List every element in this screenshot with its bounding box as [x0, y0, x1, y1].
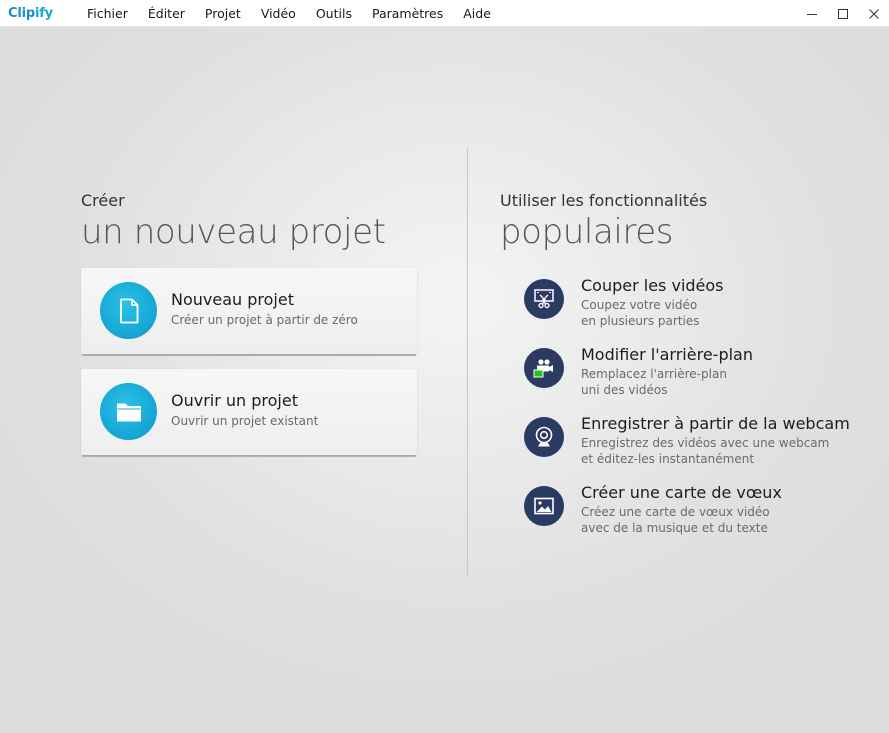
chroma-key-icon [533, 359, 553, 378]
menu-aide[interactable]: Aide [453, 6, 501, 21]
column-divider [467, 148, 468, 576]
open-project-subtitle: Ouvrir un projet existant [171, 414, 319, 428]
feature-description: Remplacez l'arrière-plan uni des vidéos [581, 366, 727, 398]
menu-bar: Fichier Éditer Projet Vidéo Outils Param… [77, 0, 501, 27]
menu-outils[interactable]: Outils [306, 6, 362, 21]
open-project-title: Ouvrir un projet [171, 391, 298, 410]
feature-icon-circle [524, 279, 564, 319]
minimize-icon [806, 13, 817, 15]
feature-desc-line: et éditez-les instantanément [581, 452, 755, 466]
logo-text-part1: Clip [8, 6, 35, 21]
title-bar: Clipify Fichier Éditer Projet Vidéo Outi… [0, 0, 889, 27]
logo-text-part2: ify [34, 6, 53, 21]
features-heading-small: Utiliser les fonctionnalités [500, 191, 708, 210]
feature-icon-circle [524, 348, 564, 388]
feature-description: Créez une carte de vœux vidéo avec de la… [581, 504, 770, 536]
feature-desc-line: en plusieurs parties [581, 314, 700, 328]
menu-editer[interactable]: Éditer [138, 6, 195, 21]
new-project-subtitle: Créer un projet à partir de zéro [171, 313, 358, 327]
new-project-card[interactable]: Nouveau projet Créer un projet à partir … [81, 268, 417, 354]
feature-title: Créer une carte de vœux [581, 483, 782, 502]
maximize-button[interactable] [827, 0, 858, 27]
menu-parametres[interactable]: Paramètres [362, 6, 453, 21]
create-heading-small: Créer [81, 191, 125, 210]
features-heading-big: populaires [500, 212, 674, 252]
feature-title: Modifier l'arrière-plan [581, 345, 753, 364]
feature-desc-line: Coupez votre vidéo [581, 298, 698, 312]
menu-video[interactable]: Vidéo [251, 6, 306, 21]
open-project-card[interactable]: Ouvrir un projet Ouvrir un projet exista… [81, 369, 417, 455]
feature-desc-line: Remplacez l'arrière-plan [581, 367, 727, 381]
create-heading-big: un nouveau projet [81, 212, 386, 252]
feature-title: Couper les vidéos [581, 276, 724, 295]
cut-video-icon [534, 289, 554, 309]
open-project-icon-circle [100, 383, 157, 440]
new-project-icon-circle [100, 282, 157, 339]
app-logo: Clipify [8, 6, 53, 21]
folder-icon [116, 403, 141, 421]
feature-icon-circle [524, 486, 564, 526]
window-controls [796, 0, 889, 27]
document-icon [119, 298, 138, 323]
image-icon [534, 497, 554, 515]
feature-description: Coupez votre vidéo en plusieurs parties [581, 297, 700, 329]
feature-title: Enregistrer à partir de la webcam [581, 414, 850, 433]
menu-projet[interactable]: Projet [195, 6, 251, 21]
menu-fichier[interactable]: Fichier [77, 6, 138, 21]
webcam-icon [535, 426, 553, 447]
feature-desc-line: Créez une carte de vœux vidéo [581, 505, 770, 519]
close-icon [868, 8, 879, 19]
feature-description: Enregistrez des vidéos avec une webcam e… [581, 435, 829, 467]
feature-desc-line: Enregistrez des vidéos avec une webcam [581, 436, 830, 450]
feature-desc-line: uni des vidéos [581, 383, 668, 397]
maximize-icon [837, 8, 848, 19]
feature-icon-circle [524, 417, 564, 457]
close-button[interactable] [858, 0, 889, 27]
feature-desc-line: avec de la musique et du texte [581, 521, 768, 535]
minimize-button[interactable] [796, 0, 827, 27]
new-project-title: Nouveau projet [171, 290, 294, 309]
